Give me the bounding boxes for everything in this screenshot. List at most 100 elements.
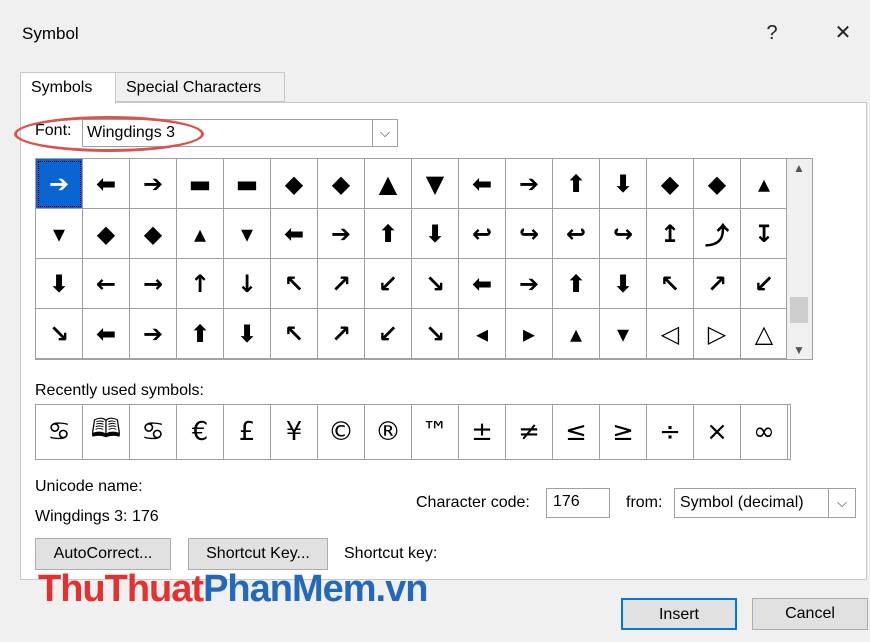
symbol-cell[interactable]: ↗ (694, 259, 741, 309)
recent-symbol-cell[interactable]: ≥ (600, 405, 647, 459)
symbol-cell[interactable]: ↩ (459, 209, 506, 259)
chevron-down-icon[interactable]: ⌵ (828, 489, 855, 517)
from-select-value: Symbol (decimal) (680, 494, 804, 511)
tab-special-characters-label: Special Characters (126, 79, 262, 96)
symbol-cell[interactable]: ◆ (318, 159, 365, 209)
recent-symbol-cell[interactable]: × (694, 405, 741, 459)
symbol-cell[interactable]: ⬅ (83, 309, 130, 359)
tab-symbols[interactable]: Symbols (20, 72, 116, 104)
recent-symbol-cell[interactable]: ♋ (36, 405, 83, 459)
shortcut-key-button[interactable]: Shortcut Key... (188, 538, 328, 570)
scroll-thumb[interactable] (790, 297, 808, 323)
symbol-cell[interactable]: ◆ (83, 209, 130, 259)
recent-symbol-cell[interactable]: ™ (412, 405, 459, 459)
recent-symbol-cell[interactable]: £ (224, 405, 271, 459)
symbol-cell[interactable]: ➔ (506, 259, 553, 309)
symbol-cell[interactable]: ↖ (271, 309, 318, 359)
symbol-cell[interactable]: ↙ (365, 309, 412, 359)
symbol-cell[interactable]: ↗ (318, 259, 365, 309)
symbol-cell[interactable]: ↪ (600, 209, 647, 259)
symbol-cell[interactable]: ▾ (36, 209, 83, 259)
recent-symbol-cell[interactable]: ± (459, 405, 506, 459)
symbol-cell[interactable]: ⬆ (177, 309, 224, 359)
character-code-input[interactable]: 176 (546, 488, 610, 518)
symbol-cell[interactable]: ▴ (177, 209, 224, 259)
symbol-cell[interactable]: ↙ (741, 259, 788, 309)
recent-symbol-cell[interactable]: 🕮 (83, 405, 130, 459)
symbol-cell[interactable]: ← (83, 259, 130, 309)
recent-symbol-cell[interactable]: ≠ (506, 405, 553, 459)
recent-symbol-cell[interactable]: © (318, 405, 365, 459)
tab-special-characters[interactable]: Special Characters (115, 72, 285, 102)
symbol-cell[interactable]: ▬ (224, 159, 271, 209)
symbol-cell[interactable]: ⬆ (553, 159, 600, 209)
symbol-cell[interactable]: ▾ (600, 309, 647, 359)
symbol-cell[interactable]: ↪ (506, 209, 553, 259)
symbol-cell[interactable]: △ (741, 309, 788, 359)
recent-symbol-cell[interactable]: ≤ (553, 405, 600, 459)
chevron-down-icon[interactable]: ⌵ (372, 120, 397, 146)
symbol-cell[interactable]: ⬇ (600, 159, 647, 209)
close-button[interactable]: ✕ (828, 18, 858, 48)
symbol-cell[interactable]: ➔ (130, 309, 177, 359)
symbol-cell[interactable]: ↘ (412, 259, 459, 309)
symbol-cell[interactable]: ↘ (412, 309, 459, 359)
scroll-up-icon[interactable]: ▲ (787, 161, 811, 175)
symbol-cell[interactable]: ⬇ (412, 209, 459, 259)
symbol-cell[interactable]: ↑ (177, 259, 224, 309)
symbol-cell[interactable]: ⬇ (224, 309, 271, 359)
symbol-cell[interactable]: ▴ (741, 159, 788, 209)
recent-symbol-cell[interactable]: ∞ (741, 405, 788, 459)
symbol-cell[interactable]: ↗ (318, 309, 365, 359)
tab-symbols-label: Symbols (31, 79, 93, 96)
symbol-cell[interactable]: ↥ (647, 209, 694, 259)
recent-symbol-cell[interactable]: ♋ (130, 405, 177, 459)
from-select[interactable]: Symbol (decimal) ⌵ (674, 488, 856, 518)
recent-symbol-cell[interactable]: ÷ (647, 405, 694, 459)
symbol-cell[interactable]: ↘ (36, 309, 83, 359)
scroll-down-icon[interactable]: ▼ (787, 343, 811, 357)
symbol-cell[interactable]: ▼ (412, 159, 459, 209)
symbol-cell[interactable]: → (130, 259, 177, 309)
symbol-cell[interactable]: ➔ (506, 159, 553, 209)
symbol-cell[interactable]: ▷ (694, 309, 741, 359)
insert-button[interactable]: Insert (621, 598, 737, 630)
symbol-cell[interactable]: ⬆ (553, 259, 600, 309)
recent-symbols-grid: ♋ 🕮 ♋ € £ ¥ © ® ™ ± ≠ ≤ ≥ ÷ × ∞ (35, 404, 791, 460)
recent-symbol-cell[interactable]: € (177, 405, 224, 459)
symbol-cell[interactable]: ◁ (647, 309, 694, 359)
help-button[interactable]: ? (757, 18, 787, 48)
symbol-cell[interactable]: ↖ (271, 259, 318, 309)
autocorrect-button[interactable]: AutoCorrect... (35, 538, 171, 570)
cancel-button[interactable]: Cancel (752, 598, 868, 630)
symbol-cell[interactable]: ⬇ (600, 259, 647, 309)
symbol-cell[interactable]: ⬅ (459, 259, 506, 309)
symbol-cell[interactable]: ⬆ (365, 209, 412, 259)
symbol-cell[interactable]: ▸ (506, 309, 553, 359)
symbol-cell[interactable]: ↖ (647, 259, 694, 309)
symbol-cell[interactable]: ↙ (365, 259, 412, 309)
symbol-cell[interactable]: ⤴ (694, 209, 741, 259)
symbol-cell[interactable]: ➔ (36, 159, 83, 209)
recent-symbol-cell[interactable]: ¥ (271, 405, 318, 459)
symbol-cell[interactable]: ▬ (177, 159, 224, 209)
symbol-cell[interactable]: ◆ (271, 159, 318, 209)
symbol-grid-scrollbar[interactable]: ▲ ▼ (787, 158, 813, 360)
symbol-cell[interactable]: ◆ (647, 159, 694, 209)
symbol-cell[interactable]: ▾ (224, 209, 271, 259)
symbol-cell[interactable]: ➔ (318, 209, 365, 259)
symbol-cell[interactable]: ◆ (130, 209, 177, 259)
symbol-cell[interactable]: ↓ (224, 259, 271, 309)
symbol-cell[interactable]: ⬅ (83, 159, 130, 209)
symbol-cell[interactable]: ⬇ (36, 259, 83, 309)
symbol-cell[interactable]: ◂ (459, 309, 506, 359)
symbol-cell[interactable]: ◆ (694, 159, 741, 209)
symbol-cell[interactable]: ↩ (553, 209, 600, 259)
symbol-cell[interactable]: ➔ (130, 159, 177, 209)
symbol-cell[interactable]: ▴ (553, 309, 600, 359)
symbol-cell[interactable]: ⬅ (459, 159, 506, 209)
symbol-cell[interactable]: ⬅ (271, 209, 318, 259)
recent-symbol-cell[interactable]: ® (365, 405, 412, 459)
symbol-cell[interactable]: ↧ (741, 209, 788, 259)
symbol-cell[interactable]: ▲ (365, 159, 412, 209)
